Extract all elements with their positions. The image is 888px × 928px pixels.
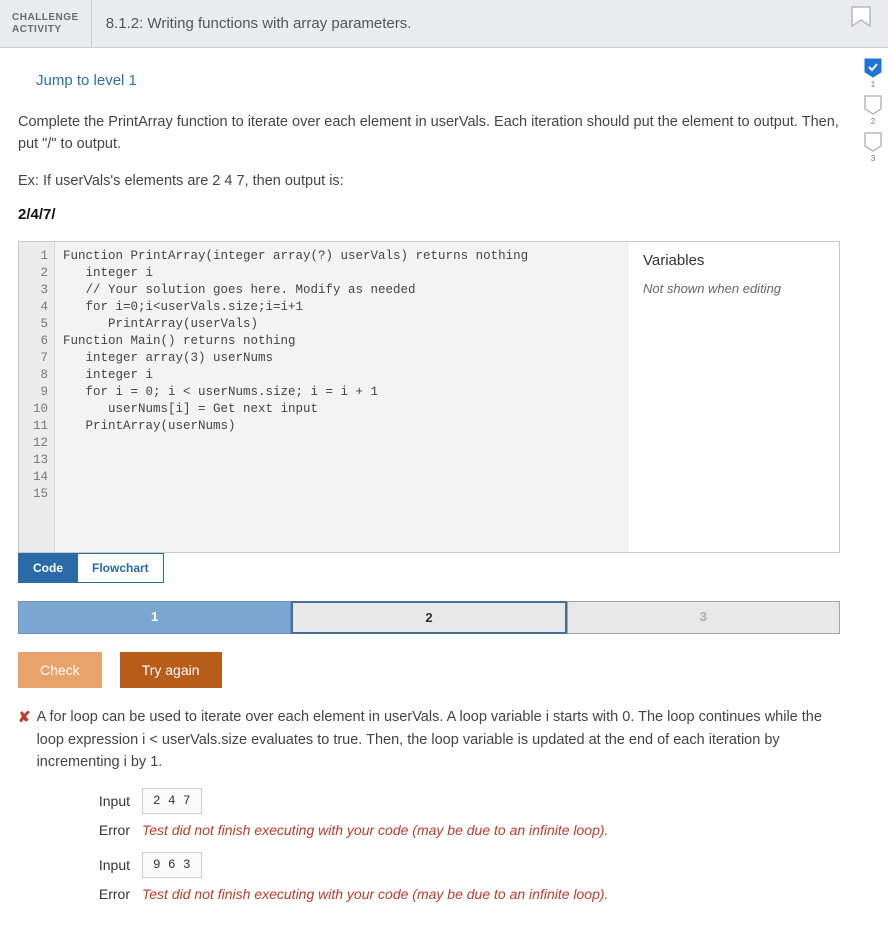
variables-title: Variables bbox=[643, 252, 825, 269]
check-button[interactable]: Check bbox=[18, 652, 102, 688]
line-number: 1 bbox=[19, 248, 48, 265]
try-again-button[interactable]: Try again bbox=[120, 652, 222, 688]
variables-panel: Variables Not shown when editing bbox=[629, 242, 839, 552]
line-number: 11 bbox=[19, 418, 48, 435]
line-number-gutter: 1 2 3 4 5 6 7 8 9 10 11 12 13 14 15 bbox=[19, 242, 55, 552]
activity-type-label: CHALLENGE ACTIVITY bbox=[0, 0, 92, 47]
error-text: Test did not finish executing with your … bbox=[142, 822, 608, 838]
error-label: Error bbox=[88, 822, 130, 838]
code-line: userNums[i] = Get next input bbox=[63, 401, 621, 418]
test-run-2-input: Input 9 6 3 bbox=[88, 852, 840, 878]
input-value: 2 4 7 bbox=[142, 788, 202, 814]
input-label: Input bbox=[88, 857, 130, 873]
code-editor[interactable]: 1 2 3 4 5 6 7 8 9 10 11 12 13 14 15 bbox=[19, 242, 629, 552]
code-line: PrintArray(userNums) bbox=[63, 418, 621, 435]
code-line: for i = 0; i < userNums.size; i = i + 1 bbox=[63, 384, 621, 401]
instruction-paragraph-2: Ex: If userVals's elements are 2 4 7, th… bbox=[18, 170, 840, 192]
code-lines[interactable]: Function PrintArray(integer array(?) use… bbox=[55, 242, 629, 552]
bookmark-icon bbox=[850, 6, 872, 32]
editor-view-tabs: Code Flowchart bbox=[18, 553, 840, 583]
code-line: PrintArray(userVals) bbox=[63, 316, 621, 333]
error-label: Error bbox=[88, 886, 130, 902]
activity-type-line2: ACTIVITY bbox=[12, 24, 79, 36]
code-editor-container: 1 2 3 4 5 6 7 8 9 10 11 12 13 14 15 bbox=[18, 241, 840, 553]
input-label: Input bbox=[88, 793, 130, 809]
progress-item-3[interactable]: 3 bbox=[864, 132, 882, 163]
code-line: // Your solution goes here. Modify as ne… bbox=[63, 282, 621, 299]
code-line: integer i bbox=[63, 265, 621, 282]
attempt-step-row: 1 2 3 bbox=[18, 601, 840, 634]
shield-check-icon bbox=[864, 58, 882, 78]
test-run-1-input: Input 2 4 7 bbox=[88, 788, 840, 814]
line-number: 6 bbox=[19, 333, 48, 350]
line-number: 7 bbox=[19, 350, 48, 367]
variables-message: Not shown when editing bbox=[643, 281, 825, 296]
jump-to-level-link[interactable]: Jump to level 1 bbox=[36, 72, 840, 89]
code-line: for i=0;i<userVals.size;i=i+1 bbox=[63, 299, 621, 316]
instruction-paragraph-1: Complete the PrintArray function to iter… bbox=[18, 111, 840, 156]
progress-sidebar: 1 2 3 bbox=[858, 48, 888, 928]
line-number: 15 bbox=[19, 486, 48, 503]
line-number: 9 bbox=[19, 384, 48, 401]
code-line: integer array(3) userNums bbox=[63, 350, 621, 367]
progress-num: 2 bbox=[871, 117, 875, 126]
line-number: 10 bbox=[19, 401, 48, 418]
line-number: 14 bbox=[19, 469, 48, 486]
line-number: 5 bbox=[19, 316, 48, 333]
input-value: 9 6 3 bbox=[142, 852, 202, 878]
progress-num: 3 bbox=[871, 154, 875, 163]
code-line: integer i bbox=[63, 367, 621, 384]
step-1[interactable]: 1 bbox=[18, 601, 291, 634]
error-x-icon: ✘ bbox=[18, 706, 31, 773]
test-run-1-error: Error Test did not finish executing with… bbox=[88, 822, 840, 838]
example-output: 2/4/7/ bbox=[18, 206, 840, 223]
line-number: 8 bbox=[19, 367, 48, 384]
feedback-text: A for loop can be used to iterate over e… bbox=[37, 706, 840, 773]
test-run-2-error: Error Test did not finish executing with… bbox=[88, 886, 840, 902]
line-number: 12 bbox=[19, 435, 48, 452]
activity-type-line1: CHALLENGE bbox=[12, 12, 79, 24]
line-number: 3 bbox=[19, 282, 48, 299]
activity-title: 8.1.2: Writing functions with array para… bbox=[92, 0, 848, 47]
line-number: 2 bbox=[19, 265, 48, 282]
activity-header: CHALLENGE ACTIVITY 8.1.2: Writing functi… bbox=[0, 0, 888, 48]
code-line: Function Main() returns nothing bbox=[63, 333, 621, 350]
tab-flowchart[interactable]: Flowchart bbox=[78, 553, 164, 583]
progress-num: 1 bbox=[871, 80, 875, 89]
progress-item-2[interactable]: 2 bbox=[864, 95, 882, 126]
code-line: Function PrintArray(integer array(?) use… bbox=[63, 248, 621, 265]
step-3[interactable]: 3 bbox=[567, 601, 840, 634]
line-number: 4 bbox=[19, 299, 48, 316]
step-2[interactable]: 2 bbox=[291, 601, 566, 634]
action-button-row: Check Try again bbox=[18, 652, 840, 688]
line-number: 13 bbox=[19, 452, 48, 469]
shield-icon bbox=[864, 132, 882, 152]
progress-item-1[interactable]: 1 bbox=[864, 58, 882, 89]
bookmark-button[interactable] bbox=[848, 6, 874, 47]
tab-code[interactable]: Code bbox=[18, 553, 78, 583]
error-text: Test did not finish executing with your … bbox=[142, 886, 608, 902]
feedback-message: ✘ A for loop can be used to iterate over… bbox=[18, 706, 840, 773]
shield-icon bbox=[864, 95, 882, 115]
